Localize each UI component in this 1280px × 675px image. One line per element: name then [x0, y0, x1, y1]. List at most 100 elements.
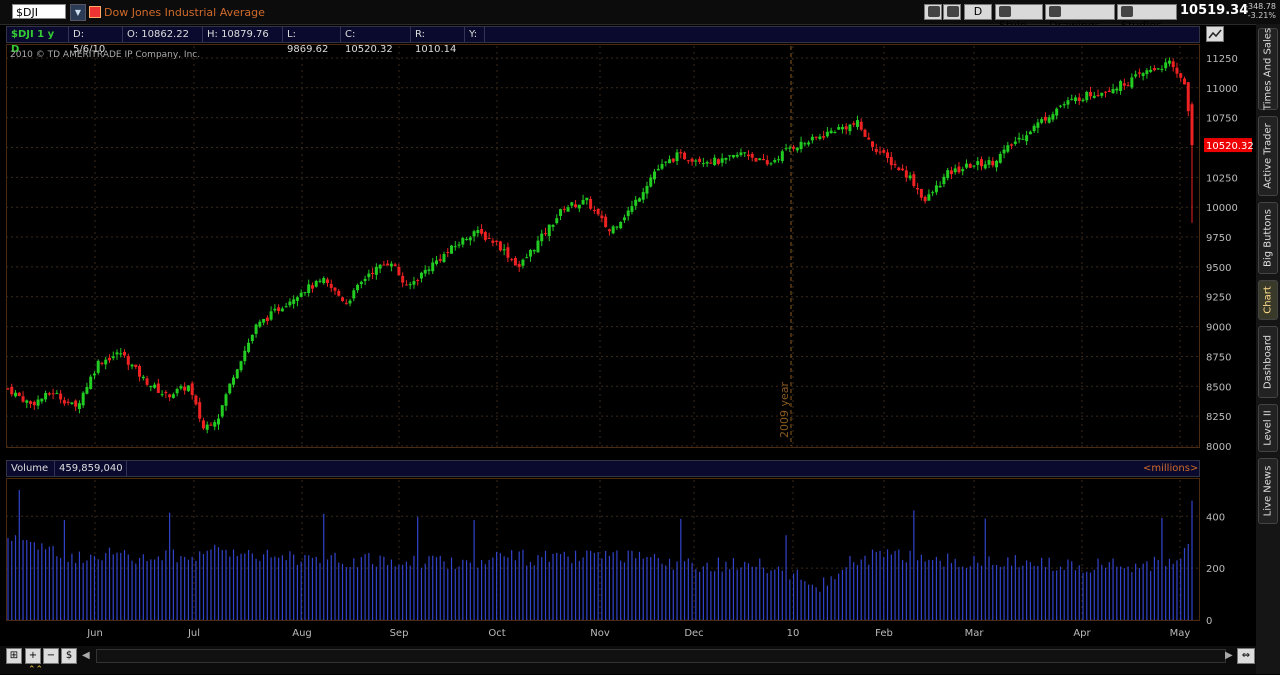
volume-panel[interactable]: [6, 478, 1200, 621]
volume-tick-label: 400: [1206, 512, 1225, 523]
month-label: May: [1170, 628, 1191, 639]
candle-body: [232, 377, 236, 385]
candle-body: [656, 168, 660, 171]
candle-body: [543, 233, 547, 235]
zoom-in-button[interactable]: +: [25, 648, 41, 664]
candle-body: [536, 240, 540, 253]
candle-body: [442, 254, 446, 262]
candle-body: [566, 207, 570, 212]
candle-body: [1186, 82, 1190, 112]
side-tab-dashboard[interactable]: Dashboard: [1258, 326, 1278, 398]
candle-body: [1149, 69, 1153, 72]
candle-body: [145, 378, 149, 385]
candle-body: [908, 175, 912, 179]
candle-body: [235, 369, 239, 379]
side-tab-active-trader[interactable]: Active Trader: [1258, 116, 1278, 196]
candle-body: [626, 210, 630, 217]
month-label: Jul: [187, 628, 200, 639]
candle-body: [17, 392, 21, 397]
candle-body: [149, 385, 153, 388]
candle-body: [570, 202, 574, 206]
layout-grid-button[interactable]: ⊞: [6, 648, 22, 664]
candle-body: [934, 185, 938, 193]
candle-body: [329, 283, 333, 288]
candle-body: [179, 386, 183, 389]
candle-body: [6, 388, 10, 390]
candle-body: [675, 152, 679, 162]
side-tab-strip: Times And Sales Active Trader Big Buttons C…: [1256, 24, 1280, 674]
side-tab-label: Big Buttons: [1262, 209, 1274, 267]
candle-body: [1058, 105, 1062, 107]
candle-body: [795, 147, 799, 151]
candle-body: [386, 263, 390, 266]
candle-body: [1115, 88, 1119, 91]
candle-body: [949, 170, 953, 175]
candle-body: [671, 158, 675, 162]
candle-body: [81, 392, 85, 406]
candle-body: [912, 174, 916, 187]
time-scrollbar[interactable]: [96, 649, 1226, 663]
candle-body: [724, 157, 728, 160]
candle-body: [916, 188, 920, 190]
candle-body: [228, 383, 232, 394]
candle-body: [1179, 73, 1183, 78]
candle-body: [1156, 68, 1160, 70]
candle-body: [1006, 145, 1010, 152]
candle-body: [209, 424, 213, 426]
candle-body: [528, 250, 532, 257]
candle-body: [581, 200, 585, 205]
candle-body: [111, 356, 115, 359]
candle-body: [976, 161, 980, 165]
side-tab-label: Live News: [1262, 465, 1274, 517]
candle-body: [104, 359, 108, 365]
price-tick-label: 10250: [1206, 173, 1238, 184]
candle-body: [156, 383, 160, 393]
candle-body: [1040, 119, 1044, 123]
candle-body: [344, 302, 348, 304]
candle-body: [987, 160, 991, 165]
scroll-right-icon[interactable]: ▶: [1225, 650, 1233, 661]
candle-body: [995, 160, 999, 168]
candle-body: [750, 153, 754, 158]
candle-body: [991, 160, 995, 166]
candle-body: [506, 247, 510, 258]
candle-body: [307, 284, 311, 294]
candle-body: [1122, 83, 1126, 86]
candle-body: [829, 130, 833, 134]
candle-body: [807, 142, 811, 145]
candle-body: [288, 301, 292, 306]
dollar-button[interactable]: $: [61, 648, 77, 664]
zoom-out-button[interactable]: −: [43, 648, 59, 664]
candle-body: [596, 208, 600, 215]
candle-body: [1085, 91, 1089, 101]
candle-body: [562, 208, 566, 210]
candle-body: [1190, 104, 1194, 146]
candle-body: [1036, 122, 1040, 128]
side-tab-live-news[interactable]: Live News: [1258, 458, 1278, 524]
candle-body: [810, 136, 814, 141]
candle-body: [844, 126, 848, 130]
scroll-left-icon[interactable]: ◀: [82, 650, 90, 661]
candle-body: [25, 400, 29, 403]
candle-body: [51, 393, 55, 395]
side-tab-label: Times And Sales: [1262, 27, 1274, 111]
candle-body: [292, 299, 296, 304]
candle-body: [1104, 91, 1108, 93]
candle-body: [728, 155, 732, 157]
candle-body: [773, 160, 777, 163]
year-marker-label: 2009 year: [778, 381, 791, 438]
expand-button[interactable]: ⇔: [1237, 648, 1255, 664]
candle-body: [1145, 70, 1149, 75]
side-tab-chart[interactable]: Chart: [1258, 280, 1278, 320]
candle-body: [968, 163, 972, 168]
candle-body: [401, 275, 405, 283]
side-tab-times-and-sales[interactable]: Times And Sales: [1258, 28, 1278, 110]
candle-body: [743, 152, 747, 154]
candle-body: [134, 364, 138, 368]
price-tick-label: 10750: [1206, 114, 1238, 125]
side-tab-level-ii[interactable]: Level II: [1258, 404, 1278, 452]
candle-body: [333, 287, 337, 291]
candle-body: [1002, 149, 1006, 154]
side-tab-big-buttons[interactable]: Big Buttons: [1258, 202, 1278, 274]
candle-body: [138, 365, 142, 377]
